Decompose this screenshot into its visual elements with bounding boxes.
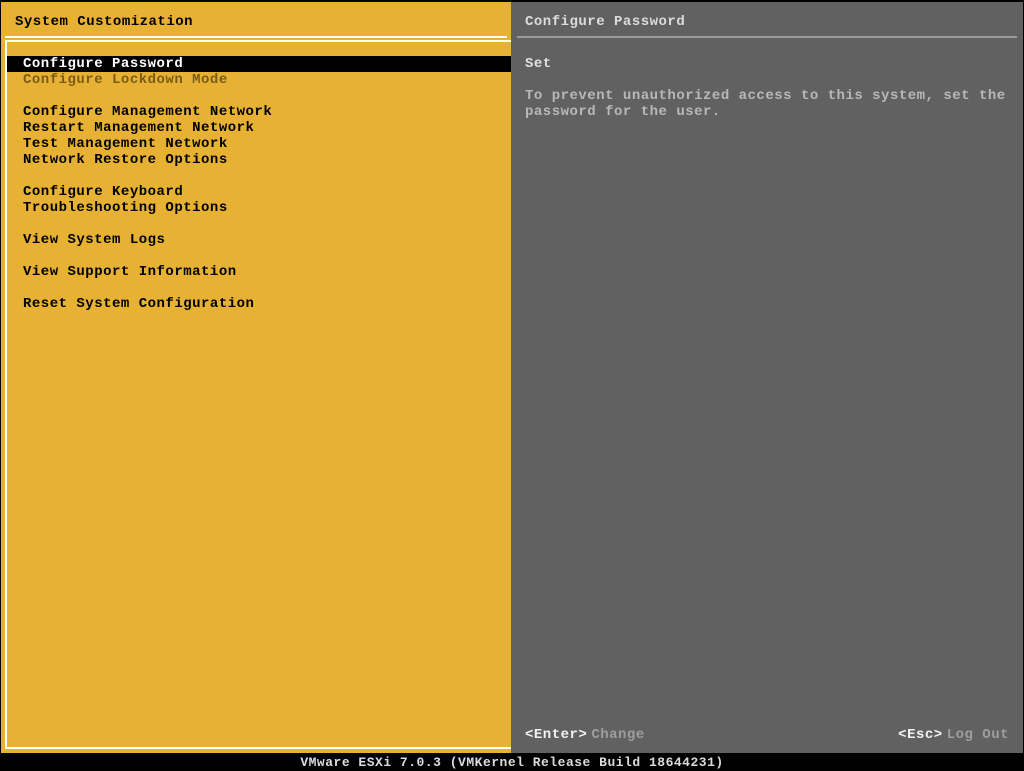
left-panel: System Customization Configure PasswordC…	[1, 2, 511, 753]
menu-item-restart-management-network[interactable]: Restart Management Network	[7, 120, 511, 136]
hint-esc-key: <Esc>	[898, 727, 943, 743]
menu-item-test-management-network[interactable]: Test Management Network	[7, 136, 511, 152]
menu-container: Configure PasswordConfigure Lockdown Mod…	[5, 40, 511, 749]
left-panel-divider	[5, 36, 507, 38]
hint-enter[interactable]: <Enter>Change	[525, 727, 645, 743]
hint-esc-action: Log Out	[947, 727, 1009, 743]
hint-enter-key: <Enter>	[525, 727, 587, 743]
menu-group: Reset System Configuration	[7, 296, 511, 312]
hint-bar: <Enter>Change <Esc>Log Out	[525, 727, 1009, 743]
menu-item-configure-lockdown-mode[interactable]: Configure Lockdown Mode	[7, 72, 511, 88]
hint-enter-action: Change	[591, 727, 644, 743]
menu-item-configure-password[interactable]: Configure Password	[7, 56, 511, 72]
right-panel-title: Configure Password	[511, 2, 1023, 36]
menu-group: Configure Management NetworkRestart Mana…	[7, 104, 511, 168]
dcui-screen: System Customization Configure PasswordC…	[1, 2, 1023, 753]
hint-esc[interactable]: <Esc>Log Out	[898, 727, 1009, 743]
menu-group: View Support Information	[7, 264, 511, 280]
menu-item-troubleshooting-options[interactable]: Troubleshooting Options	[7, 200, 511, 216]
menu-item-network-restore-options[interactable]: Network Restore Options	[7, 152, 511, 168]
detail-body: Set To prevent unauthorized access to th…	[511, 38, 1023, 120]
menu-item-configure-management-network[interactable]: Configure Management Network	[7, 104, 511, 120]
menu-item-configure-keyboard[interactable]: Configure Keyboard	[7, 184, 511, 200]
menu-group: Configure KeyboardTroubleshooting Option…	[7, 184, 511, 216]
menu-group: View System Logs	[7, 232, 511, 248]
password-status: Set	[525, 56, 1009, 72]
menu-item-view-system-logs[interactable]: View System Logs	[7, 232, 511, 248]
footer-version: VMware ESXi 7.0.3 (VMKernel Release Buil…	[0, 754, 1024, 771]
password-description: To prevent unauthorized access to this s…	[525, 88, 1009, 120]
menu-item-view-support-information[interactable]: View Support Information	[7, 264, 511, 280]
left-panel-title: System Customization	[1, 2, 511, 36]
right-panel: Configure Password Set To prevent unauth…	[511, 2, 1023, 753]
menu-group: Configure PasswordConfigure Lockdown Mod…	[7, 56, 511, 88]
menu-item-reset-system-configuration[interactable]: Reset System Configuration	[7, 296, 511, 312]
